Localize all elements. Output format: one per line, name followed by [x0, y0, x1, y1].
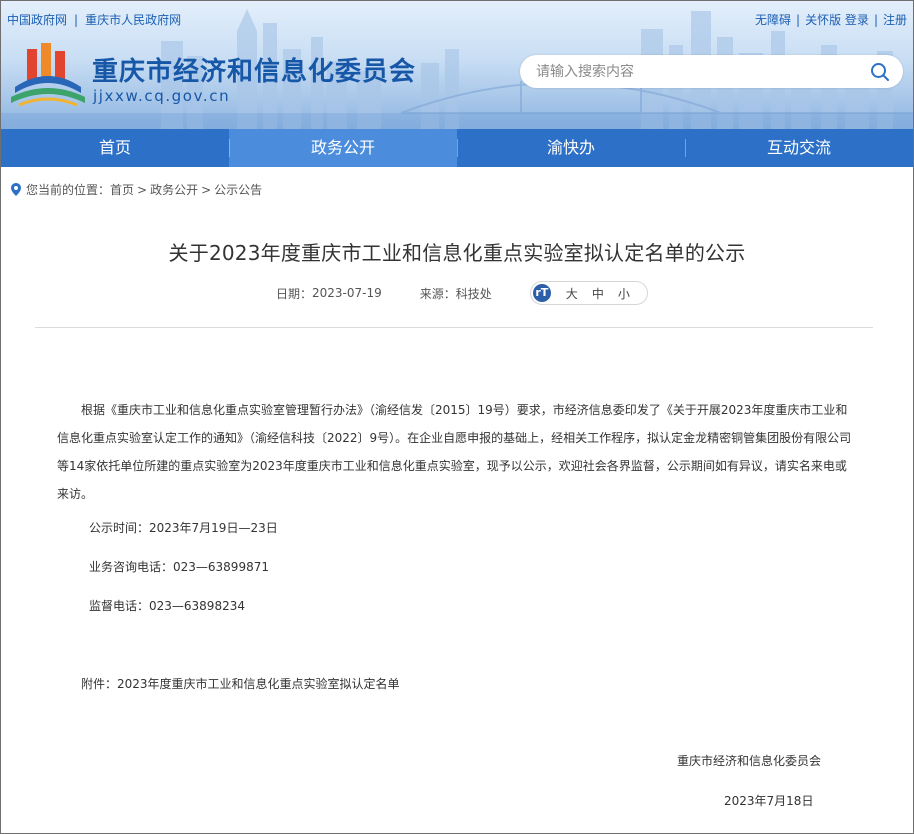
font-size-small-button[interactable]: 小	[618, 285, 630, 302]
search-input[interactable]	[534, 61, 858, 83]
link-login[interactable]: 登录	[845, 13, 869, 27]
breadcrumb: 您当前的位置： 首页 > 政务公开 > 公示公告	[11, 181, 262, 198]
supervise-phone: 监督电话：023—63898234	[89, 599, 245, 613]
breadcrumb-notices[interactable]: 公示公告	[214, 181, 262, 198]
right-links: 无障碍 | 关怀版 登录 | 注册	[755, 13, 907, 27]
link-gov-cn[interactable]: 中国政府网	[7, 13, 67, 27]
article-meta: 日期： 2023-07-19 来源： 科技处 rT 大 中 小	[276, 281, 648, 305]
page-frame: 中国政府网 | 重庆市人民政府网 无障碍 | 关怀版 登录 | 注册 重庆市经济和信息化委员…	[0, 0, 914, 834]
sign-date: 2023年7月18日	[724, 794, 814, 808]
publicity-period: 公示时间：2023年7月19日—23日	[89, 521, 278, 535]
article-source: 科技处	[455, 286, 492, 301]
consult-phone: 业务咨询电话：023—63899871	[89, 560, 269, 574]
breadcrumb-gov-affairs[interactable]: 政务公开	[150, 181, 198, 198]
search-icon[interactable]	[870, 62, 890, 82]
site-domain: jjxxw.cq.gov.cn	[93, 87, 231, 105]
emblem-logo-icon[interactable]	[11, 43, 85, 109]
nav-item-gov-affairs[interactable]: 政务公开	[229, 129, 457, 167]
breadcrumb-separator: >	[201, 182, 212, 197]
nav-item-yukuaiban[interactable]: 渝快办	[457, 129, 685, 167]
header-banner: 中国政府网 | 重庆市人民政府网 无障碍 | 关怀版 登录 | 注册 重庆市经济和信息化委员…	[1, 1, 913, 129]
font-size-medium-button[interactable]: 中	[592, 285, 604, 302]
link-care-version[interactable]: 关怀版	[805, 13, 841, 27]
search-box	[520, 55, 903, 88]
site-title[interactable]: 重庆市经济和信息化委员会	[92, 51, 416, 88]
article-title: 关于2023年度重庆市工业和信息化重点实验室拟认定名单的公示	[168, 241, 746, 265]
top-links: 中国政府网 | 重庆市人民政府网	[7, 11, 181, 28]
link-register[interactable]: 注册	[883, 13, 907, 27]
location-pin-icon	[11, 183, 21, 196]
main-nav: 首页 政务公开 渝快办 互动交流	[1, 129, 913, 167]
attachment-link[interactable]: 附件：2023年度重庆市工业和信息化重点实验室拟认定名单	[81, 675, 400, 692]
article-date: 2023-07-19	[312, 286, 382, 300]
nav-item-interaction[interactable]: 互动交流	[685, 129, 913, 167]
font-size-icon: rT	[532, 284, 551, 302]
link-cq-gov[interactable]: 重庆市人民政府网	[85, 13, 181, 27]
breadcrumb-home[interactable]: 首页	[110, 181, 134, 198]
source-label: 来源：	[419, 286, 456, 301]
top-links-separator: |	[74, 13, 79, 27]
article-body: 根据《重庆市工业和信息化重点实验室管理暂行办法》（渝经信发〔2015〕19号）要…	[57, 396, 857, 508]
title-divider	[35, 327, 873, 328]
breadcrumb-prefix: 您当前的位置：	[26, 183, 111, 197]
breadcrumb-separator: >	[137, 182, 148, 197]
font-size-switcher: rT 大 中 小	[529, 281, 648, 305]
signature: 重庆市经济和信息化委员会	[677, 754, 822, 768]
font-size-large-button[interactable]: 大	[566, 285, 578, 302]
link-accessibility[interactable]: 无障碍	[755, 13, 791, 27]
article-paragraph: 根据《重庆市工业和信息化重点实验室管理暂行办法》（渝经信发〔2015〕19号）要…	[57, 403, 852, 501]
nav-item-home[interactable]: 首页	[1, 129, 229, 167]
date-label: 日期：	[276, 286, 313, 301]
